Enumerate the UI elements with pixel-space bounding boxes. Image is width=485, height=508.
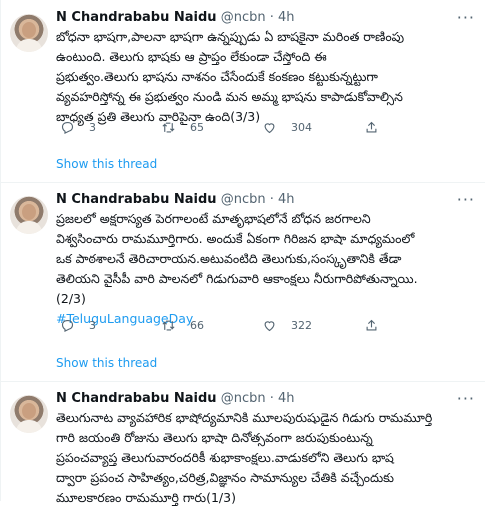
tweet-text-line: ప్రభుత్వం.తెలుగు భాషను నాశనం చేసేందుకే క… [56,69,378,84]
tweet-text: బోధనా భాషగా,పాలనా భాషగా ఉన్నప్పుడు ఏ బాష… [56,27,473,127]
timeline: N Chandrababu Naidu @ncbn · 4h ··· బోధనా… [0,0,485,505]
timestamp[interactable]: 4h [278,10,295,25]
tweet-text: ప్రజలలో అక్షరాస్యత పెరగాలంటే మాతృభాషలోనే… [56,209,473,329]
author-handle[interactable]: @ncbn [221,192,266,207]
tweet-text-line: తెలుగునాట వ్యావహారిక భాషోద్యమానికి మూలపు… [56,410,433,425]
tweet-text-line: ప్రజలలో అక్షరాస్యత పెరగాలంటే మాతృభాషలోనే… [56,211,371,226]
share-icon [366,319,377,331]
tweet-text-line: ప్రపంచవ్యాప్త తెలుగువారందరికీ శుభాకాంక్ష… [56,450,394,465]
tweet-text-line: (2/3) [56,291,86,306]
retweet-icon [162,320,175,331]
share-button[interactable] [364,120,379,135]
like-count: 322 [291,319,312,332]
tweet[interactable]: N Chandrababu Naidu @ncbn · 4h ··· తెలుగ… [1,382,485,505]
avatar[interactable] [10,196,48,234]
tweet[interactable]: N Chandrababu Naidu @ncbn · 4h ··· బోధనా… [1,0,485,182]
more-icon[interactable]: ··· [457,191,475,209]
tweet-text-line: గారి జయంతి రోజును తెలుగు భాషా దినోత్సవంగ… [56,430,373,445]
avatar[interactable] [10,14,48,52]
like-button[interactable]: 304 [262,120,312,135]
reply-count: 3 [89,319,96,332]
like-count: 304 [291,121,312,134]
retweet-button[interactable]: 65 [161,120,204,135]
retweet-button[interactable]: 66 [161,318,204,333]
more-icon[interactable]: ··· [457,9,475,27]
reply-icon [61,121,74,135]
retweet-count: 66 [190,319,204,332]
share-button[interactable] [364,318,379,333]
tweet[interactable]: N Chandrababu Naidu @ncbn · 4h ··· ప్రజల… [1,183,485,381]
author-handle[interactable]: @ncbn [221,391,266,406]
timestamp[interactable]: 4h [278,192,295,207]
tweet-text-line: ఒక పాఠశాలనే తెరిచారాయన.అటువంటిది తెలుగుక… [56,251,402,266]
tweet-text-line: మూలకారణం రామమూర్తి గారు(1/3) [56,490,236,505]
author-name[interactable]: N Chandrababu Naidu [56,391,217,406]
reply-count: 3 [89,121,96,134]
tweet-header: N Chandrababu Naidu @ncbn · 4h ··· [56,390,475,408]
tweet-actions: 3 66 322 [56,318,485,338]
tweet-text-line: వ్యవహరిస్తోన్న ఈ ప్రభుత్వం నుండి మన అమ్మ… [56,89,403,104]
tweet-text-line: ద్వారా ప్రపంచ సాహిత్యం,చరిత్ర,విజ్ఞానం స… [56,470,394,485]
separator-dot: · [269,391,274,406]
more-icon[interactable]: ··· [457,390,475,408]
tweet-text: తెలుగునాట వ్యావహారిక భాషోద్యమానికి మూలపు… [56,408,473,508]
author-handle[interactable]: @ncbn [221,10,266,25]
separator-dot: · [269,10,274,25]
separator-dot: · [269,192,274,207]
author-name[interactable]: N Chandrababu Naidu [56,10,217,25]
show-thread-link[interactable]: Show this thread [56,356,157,370]
reply-icon [61,319,74,333]
retweet-count: 65 [190,121,204,134]
tweet-header: N Chandrababu Naidu @ncbn · 4h ··· [56,9,475,27]
tweet-actions: 3 65 304 [56,120,485,140]
share-icon [366,121,377,133]
show-thread-link[interactable]: Show this thread [56,157,157,171]
avatar[interactable] [10,395,48,433]
like-button[interactable]: 322 [262,318,312,333]
tweet-text-line: విశ్వసించారు రామమూర్తిగారు. అందుకే ఏకంగా… [56,231,415,246]
tweet-header: N Chandrababu Naidu @ncbn · 4h ··· [56,191,475,209]
reply-button[interactable]: 3 [60,120,96,135]
timestamp[interactable]: 4h [278,391,295,406]
reply-button[interactable]: 3 [60,318,96,333]
like-icon [264,123,275,134]
author-name[interactable]: N Chandrababu Naidu [56,192,217,207]
tweet-text-line: బోధనా భాషగా,పాలనా భాషగా ఉన్నప్పుడు ఏ బాష… [56,29,405,44]
retweet-icon [162,122,175,133]
like-icon [264,321,275,332]
tweet-text-line: తెలియని వైసీపీ వారి పాలనలో గిడుగువారి ఆక… [56,271,418,286]
tweet-text-line: ఉంటుంది. తెలుగు భాషకు ఆ ప్రాప్తం లేకుండా… [56,49,327,64]
